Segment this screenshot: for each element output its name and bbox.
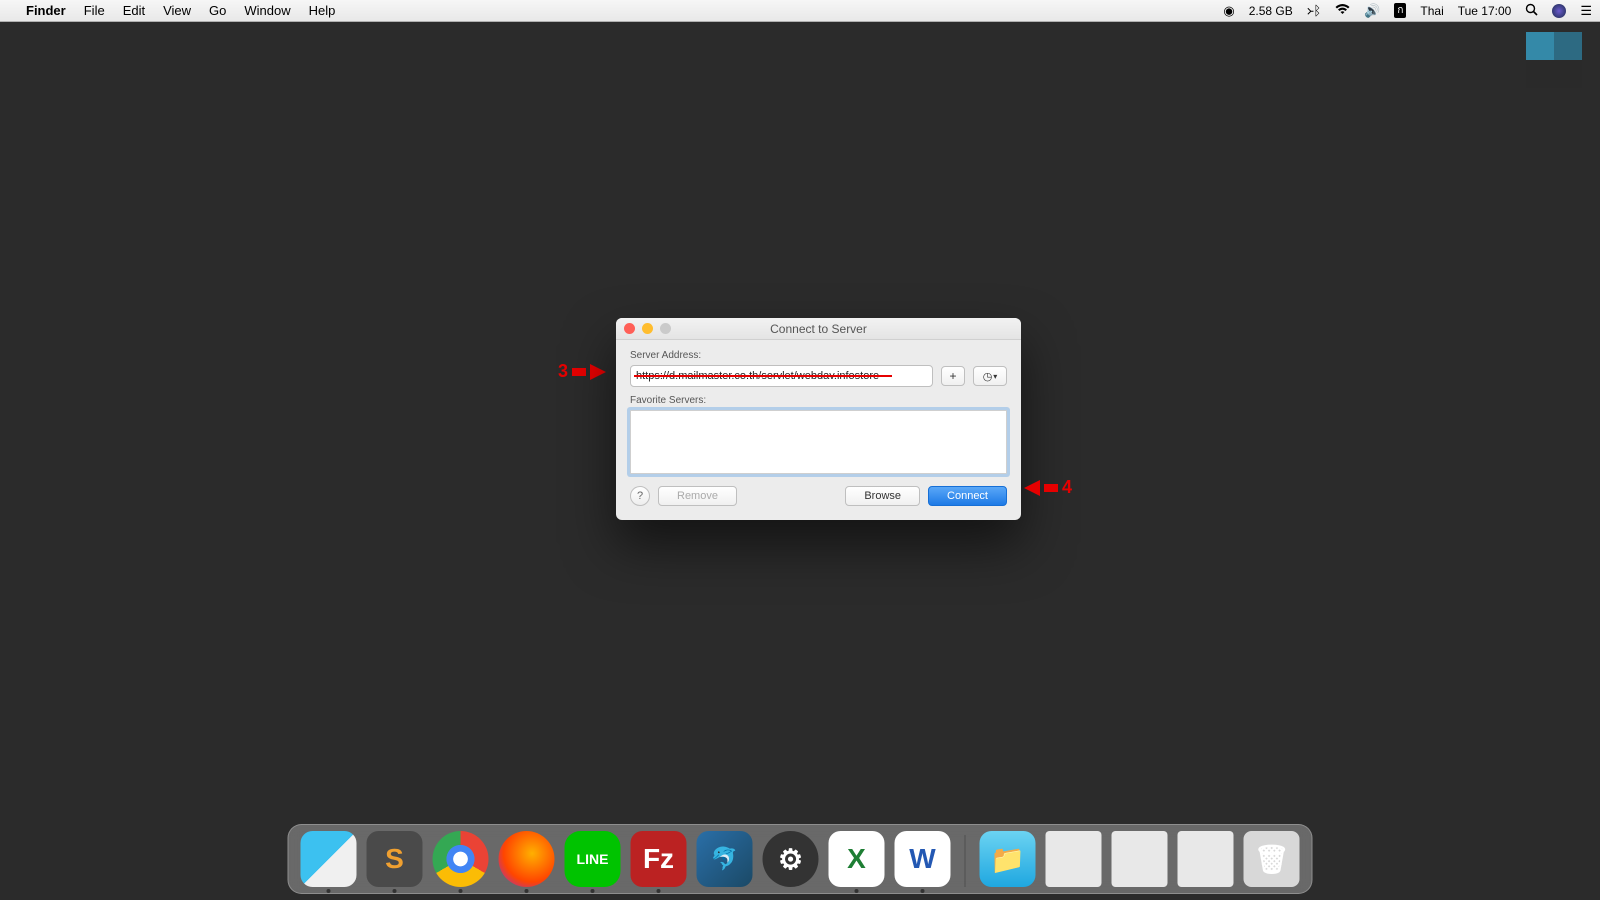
- menu-file[interactable]: File: [84, 3, 105, 18]
- dock-system-preferences[interactable]: ⚙: [763, 831, 819, 887]
- remove-button: Remove: [658, 486, 737, 506]
- menu-help[interactable]: Help: [309, 3, 336, 18]
- input-method[interactable]: Thai: [1420, 4, 1443, 18]
- dialog-title: Connect to Server: [770, 322, 867, 336]
- spotlight-icon[interactable]: [1525, 3, 1538, 19]
- annotation-3: 3: [558, 361, 606, 382]
- volume-icon[interactable]: 🔊: [1364, 3, 1380, 19]
- wifi-icon[interactable]: [1335, 3, 1350, 18]
- connect-button[interactable]: Connect: [928, 486, 1007, 506]
- dock-word[interactable]: W: [895, 831, 951, 887]
- dock-filezilla[interactable]: Fz: [631, 831, 687, 887]
- arrow-stem: [572, 368, 586, 376]
- server-address-label: Server Address:: [630, 350, 1007, 361]
- annotation-underline: [634, 375, 892, 377]
- dock-trash[interactable]: 🗑: [1244, 831, 1300, 887]
- menu-window[interactable]: Window: [244, 3, 290, 18]
- history-dropdown-button[interactable]: ◷ ▾: [973, 366, 1007, 386]
- annotation-4: 4: [1024, 477, 1072, 498]
- dock-chrome[interactable]: [433, 831, 489, 887]
- add-favorite-button[interactable]: +: [941, 366, 965, 386]
- dock-excel[interactable]: X: [829, 831, 885, 887]
- memory-status-icon[interactable]: ◉: [1223, 3, 1234, 19]
- arrow-left-icon: [1024, 480, 1040, 496]
- menu-view[interactable]: View: [163, 3, 191, 18]
- favorite-servers-label: Favorite Servers:: [630, 395, 1007, 406]
- app-name[interactable]: Finder: [26, 3, 66, 18]
- siri-icon[interactable]: [1552, 4, 1566, 18]
- plus-icon: +: [949, 369, 956, 383]
- minimize-icon[interactable]: [642, 323, 653, 334]
- bluetooth-icon[interactable]: ᚛ᛒ: [1307, 3, 1321, 19]
- annotation-4-label: 4: [1062, 477, 1072, 498]
- memory-status[interactable]: 2.58 GB: [1249, 4, 1293, 18]
- clock-icon: ◷: [983, 370, 993, 383]
- favorite-servers-list[interactable]: [630, 410, 1007, 474]
- dialog-titlebar[interactable]: Connect to Server: [616, 318, 1021, 340]
- dock-finder[interactable]: [301, 831, 357, 887]
- zoom-icon: [660, 323, 671, 334]
- dock-downloads-folder[interactable]: 📁: [980, 831, 1036, 887]
- input-method-icon[interactable]: ก: [1394, 3, 1406, 18]
- dock-line[interactable]: LINE: [565, 831, 621, 887]
- dock-mysql-workbench[interactable]: 🐬: [697, 831, 753, 887]
- browse-button[interactable]: Browse: [845, 486, 920, 506]
- dock-separator: [965, 835, 966, 887]
- menu-go[interactable]: Go: [209, 3, 226, 18]
- help-icon: ?: [637, 490, 643, 502]
- clock[interactable]: Tue 17:00: [1458, 4, 1512, 18]
- dock-firefox[interactable]: [499, 831, 555, 887]
- arrow-right-icon: [590, 364, 606, 380]
- menubar: Finder File Edit View Go Window Help ◉ 2…: [0, 0, 1600, 22]
- connect-to-server-dialog: Connect to Server Server Address: + ◷ ▾ …: [616, 318, 1021, 520]
- dock-minimized-window-1[interactable]: [1046, 831, 1102, 887]
- notification-center-icon[interactable]: ☰: [1580, 3, 1592, 19]
- dock-sublime-text[interactable]: S: [367, 831, 423, 887]
- help-button[interactable]: ?: [630, 486, 650, 506]
- annotation-3-label: 3: [558, 361, 568, 382]
- arrow-stem: [1044, 484, 1058, 492]
- menu-edit[interactable]: Edit: [123, 3, 145, 18]
- desktop-widget: [1526, 32, 1582, 88]
- chevron-down-icon: ▾: [993, 372, 997, 381]
- dock-minimized-window-3[interactable]: [1178, 831, 1234, 887]
- close-icon[interactable]: [624, 323, 635, 334]
- dock: S LINE Fz 🐬 ⚙ X W 📁 🗑: [288, 824, 1313, 894]
- dock-minimized-window-2[interactable]: [1112, 831, 1168, 887]
